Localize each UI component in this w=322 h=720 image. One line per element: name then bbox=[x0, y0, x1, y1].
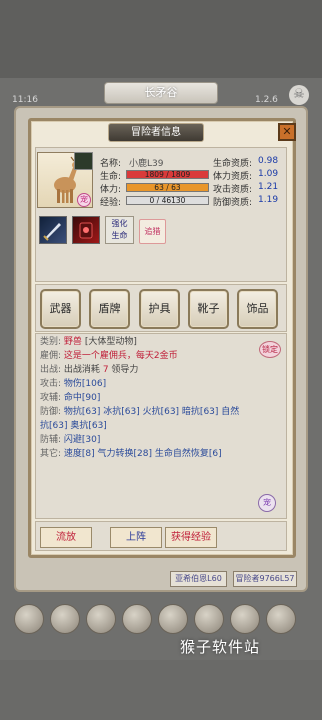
equip-boots-button[interactable]: 靴子 bbox=[188, 289, 229, 329]
skill-armor-icon[interactable] bbox=[72, 216, 100, 244]
stamina-label: 体力: bbox=[100, 185, 122, 195]
nav-dial-icon[interactable] bbox=[194, 604, 224, 634]
defense-aptitude-label: 防御资质: bbox=[213, 198, 253, 208]
detail-category: 类别: 野兽 [大体型动物] bbox=[40, 337, 137, 347]
skull-icon[interactable]: ☠ bbox=[289, 85, 309, 105]
nav-flask-icon[interactable] bbox=[230, 604, 260, 634]
exp-bar: 0 / 46130 bbox=[126, 196, 209, 205]
hp-label: 生命: bbox=[100, 172, 122, 182]
nav-crossed-swords-icon[interactable] bbox=[86, 604, 116, 634]
detail-other: 其它: 速度[8] 气力转换[28] 生命自然恢复[6] bbox=[40, 449, 222, 459]
lower-backdrop bbox=[0, 660, 322, 720]
equip-weapon-button[interactable]: 武器 bbox=[40, 289, 81, 329]
skill-enhance-life[interactable]: 强化 生命 bbox=[105, 216, 134, 244]
deploy-button[interactable]: 上阵 bbox=[110, 527, 162, 548]
detail-defense: 防御: 物抗[63] 冰抗[63] 火抗[63] 暗抗[63] 自然 bbox=[40, 407, 240, 417]
nav-helmet-icon[interactable] bbox=[14, 604, 44, 634]
exp-label: 经验: bbox=[100, 198, 122, 208]
nav-gear-icon[interactable] bbox=[266, 604, 296, 634]
dialog-title: 冒险者信息 bbox=[108, 123, 204, 142]
pet-badge: 宠 bbox=[77, 193, 91, 207]
equip-accessory-button[interactable]: 饰品 bbox=[237, 289, 278, 329]
stamina-text: 63 / 63 bbox=[154, 183, 181, 192]
equip-armor-button[interactable]: 护具 bbox=[139, 289, 180, 329]
top-backdrop bbox=[0, 0, 322, 78]
equipped-weapon-icon[interactable] bbox=[74, 152, 93, 170]
stamina-aptitude-value: 1.09 bbox=[258, 169, 279, 179]
lock-button[interactable]: 锁定 bbox=[259, 341, 281, 358]
name-value: 小鹿L39 bbox=[129, 159, 164, 169]
pet-info-button[interactable]: 宠 bbox=[258, 494, 276, 512]
hp-bar: 1809 / 1809 bbox=[126, 170, 209, 179]
release-button[interactable]: 流放 bbox=[40, 527, 92, 548]
detail-hire: 雇佣: 这是一个雇佣兵，每天2金币 bbox=[40, 351, 178, 361]
hp-aptitude-label: 生命资质: bbox=[213, 159, 253, 169]
name-label: 名称: bbox=[100, 159, 122, 169]
location-title: 长矛谷 bbox=[104, 82, 218, 104]
gain-exp-button[interactable]: 获得经验 bbox=[165, 527, 217, 548]
clock-text: 11:16 bbox=[12, 95, 38, 105]
hp-aptitude-value: 0.98 bbox=[258, 156, 279, 166]
hp-text: 1809 / 1809 bbox=[144, 170, 191, 179]
bg-tab-2[interactable]: 冒险者9766L57 bbox=[233, 571, 297, 587]
detail-attack-aux: 攻辅: 命中[90] bbox=[40, 393, 101, 403]
bg-tab-1[interactable]: 亚希伯恩L60 bbox=[170, 571, 227, 587]
detail-defense-cont: 抗[63] 奥抗[63] bbox=[40, 421, 107, 431]
nav-shield-icon[interactable] bbox=[122, 604, 152, 634]
enhance-life-label: 强化 生命 bbox=[111, 219, 128, 240]
bottom-nav bbox=[0, 598, 322, 642]
close-button[interactable]: ✕ bbox=[278, 123, 296, 141]
nav-coin-icon[interactable] bbox=[158, 604, 188, 634]
attack-aptitude-value: 1.21 bbox=[258, 182, 279, 192]
equip-shield-button[interactable]: 盾牌 bbox=[89, 289, 130, 329]
defense-aptitude-value: 1.19 bbox=[258, 195, 279, 205]
stamina-aptitude-label: 体力资质: bbox=[213, 172, 253, 182]
detail-battle: 出战: 出战消耗 7 领导力 bbox=[40, 365, 139, 375]
skill-chase-button[interactable]: 追猎 bbox=[139, 219, 166, 244]
detail-defense-aux: 防辅: 闪避[30] bbox=[40, 435, 101, 445]
exp-text: 0 / 46130 bbox=[149, 196, 186, 205]
attack-aptitude-label: 攻击资质: bbox=[213, 185, 253, 195]
stamina-bar: 63 / 63 bbox=[126, 183, 209, 192]
version-text: 1.2.6 bbox=[255, 95, 278, 105]
detail-attack: 攻击: 物伤[106] bbox=[40, 379, 107, 389]
skill-sword-icon[interactable] bbox=[39, 216, 67, 244]
nav-chest-icon[interactable] bbox=[50, 604, 80, 634]
watermark-text: 猴子软件站 bbox=[180, 638, 261, 656]
